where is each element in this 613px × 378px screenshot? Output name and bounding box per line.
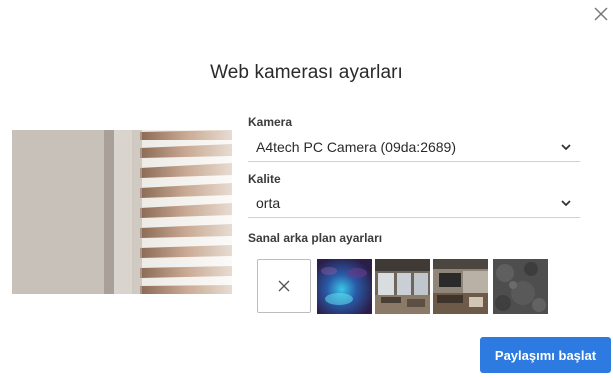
quality-label: Kalite <box>248 172 281 186</box>
close-button[interactable] <box>591 4 611 24</box>
background-blue-abstract-option[interactable] <box>317 259 372 314</box>
camera-label: Kamera <box>248 115 293 129</box>
camera-preview <box>12 130 232 294</box>
quality-select[interactable]: orta <box>248 191 580 218</box>
dialog-title: Web kamerası ayarları <box>210 62 403 83</box>
background-none-option[interactable] <box>257 259 311 313</box>
virtual-background-options <box>257 259 557 315</box>
virtual-background-label: Sanal arka plan ayarları <box>248 231 383 245</box>
close-icon <box>594 7 608 21</box>
background-gray-texture-option[interactable] <box>493 259 548 314</box>
start-sharing-button[interactable]: Paylaşımı başlat <box>480 337 611 373</box>
chevron-down-icon <box>561 200 571 207</box>
camera-select-value: A4tech PC Camera (09da:2689) <box>256 139 456 155</box>
quality-select-value: orta <box>256 195 281 211</box>
chevron-down-icon <box>561 144 571 151</box>
background-office-room-option[interactable] <box>375 259 430 314</box>
close-icon <box>278 280 290 292</box>
background-living-room-option[interactable] <box>433 259 488 314</box>
camera-select[interactable]: A4tech PC Camera (09da:2689) <box>248 135 580 162</box>
